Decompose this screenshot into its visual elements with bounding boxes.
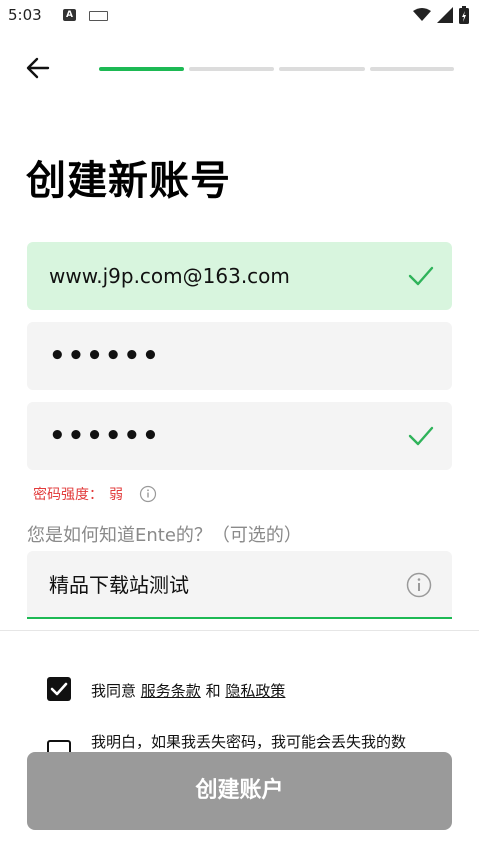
cell-signal-icon bbox=[437, 7, 453, 23]
source-value: 精品下载站测试 bbox=[49, 573, 189, 597]
confirm-password-value: •••••• bbox=[49, 421, 161, 451]
status-icons bbox=[413, 6, 469, 24]
page-title: 创建新账号 bbox=[26, 158, 231, 204]
source-input[interactable]: 精品下载站测试 bbox=[27, 551, 452, 619]
notification-icon: A bbox=[63, 9, 76, 21]
progress-step-2 bbox=[189, 67, 274, 71]
divider bbox=[0, 630, 479, 631]
privacy-link[interactable]: 隐私政策 bbox=[225, 682, 285, 700]
wifi-icon bbox=[413, 8, 431, 21]
terms-checkbox[interactable] bbox=[47, 677, 71, 701]
info-icon[interactable] bbox=[406, 572, 432, 598]
password-strength-label: 密码强度： bbox=[33, 487, 103, 503]
email-field[interactable]: www.j9p.com@163.com bbox=[27, 242, 452, 310]
password-warning-label: 我明白，如果我丢失密码，我可能会丢失我的数 bbox=[91, 733, 407, 751]
terms-link[interactable]: 服务条款 bbox=[141, 682, 201, 700]
create-account-button[interactable]: 创建账户 bbox=[27, 752, 452, 830]
terms-prefix: 我同意 bbox=[91, 682, 137, 700]
check-icon bbox=[408, 426, 434, 446]
progress-step-4 bbox=[370, 67, 454, 71]
terms-and: 和 bbox=[205, 682, 221, 700]
check-icon bbox=[408, 266, 434, 286]
keyboard-icon bbox=[89, 11, 108, 21]
back-button[interactable] bbox=[24, 54, 52, 82]
password-strength-value: 弱 bbox=[109, 487, 123, 503]
info-icon[interactable] bbox=[139, 485, 157, 503]
password-strength: 密码强度： 弱 bbox=[33, 484, 157, 504]
progress-step-1 bbox=[99, 67, 184, 71]
password-value: •••••• bbox=[49, 341, 161, 371]
battery-charging-icon bbox=[459, 6, 469, 24]
source-question-label: 您是如何知道Ente的？（可选的） bbox=[27, 525, 302, 546]
status-time: 5:03 bbox=[8, 6, 42, 24]
email-value: www.j9p.com@163.com bbox=[49, 264, 290, 288]
checkmark-icon bbox=[50, 682, 68, 696]
progress-step-3 bbox=[279, 67, 365, 71]
password-field[interactable]: •••••• bbox=[27, 322, 452, 390]
arrow-left-icon bbox=[26, 57, 50, 79]
confirm-password-field[interactable]: •••••• bbox=[27, 402, 452, 470]
terms-label: 我同意 服务条款 和 隐私政策 bbox=[91, 680, 285, 701]
